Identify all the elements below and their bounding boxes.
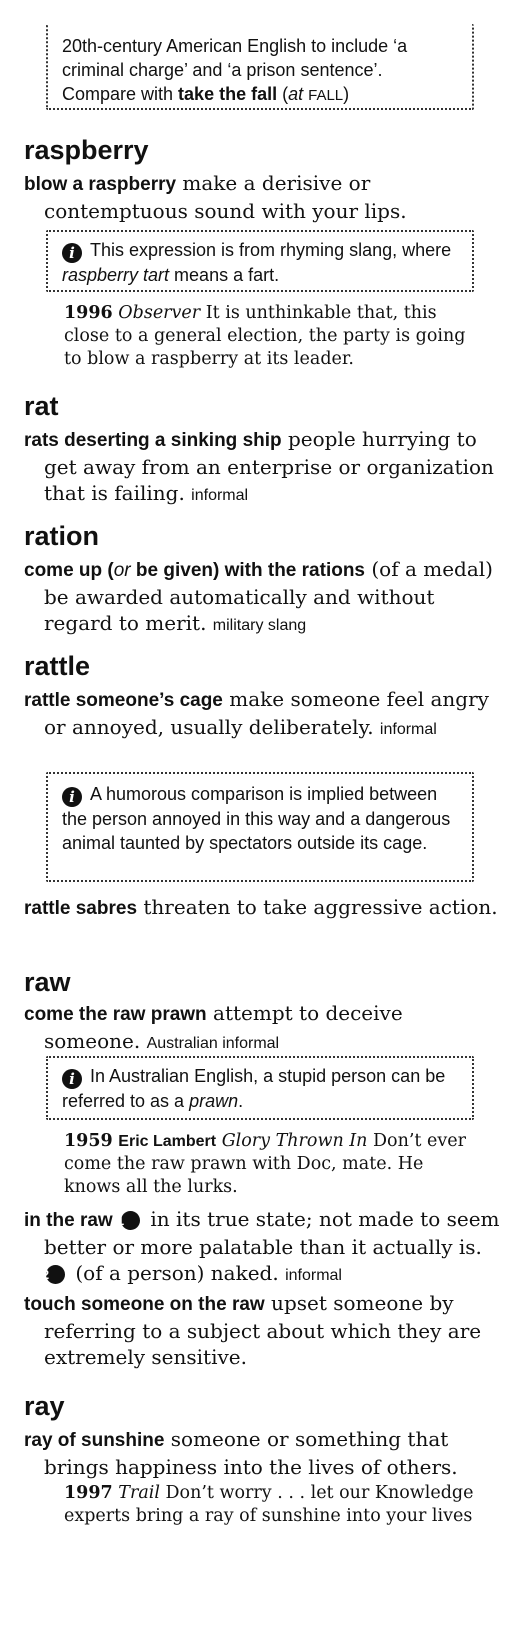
intro-note-line-1: 20th-century American English to include… (62, 36, 408, 56)
sense-number-2: 2 (42, 1265, 65, 1284)
entry-rattle-someones-cage: rattle someone’s cage make someone feel … (24, 686, 504, 743)
sense-definition-2: (of a person) naked. (69, 1261, 279, 1285)
dictionary-page: 20th-century American English to include… (0, 0, 520, 1630)
intro-note-line-3: Compare with take the fall (at FALL) (62, 82, 462, 108)
entry-rattle-sabres: rattle sabres threaten to take aggressiv… (24, 894, 504, 922)
entry-touch-on-the-raw: touch someone on the raw upset someone b… (24, 1290, 504, 1370)
intro-note-line-2: criminal charge’ and ‘a prison sentence’… (62, 60, 383, 80)
intro-note-paren: ) (343, 84, 350, 104)
usage-label: informal (285, 1267, 342, 1284)
citation-raspberry: 1996 Observer It is unthinkable that, th… (64, 302, 484, 371)
idiom-phrase: come the raw prawn (24, 1004, 207, 1025)
entry-ray-of-sunshine: ray of sunshine someone or something tha… (24, 1426, 504, 1480)
usage-label: informal (191, 487, 249, 504)
citation-year: 1996 (64, 303, 113, 323)
note-text: A humorous comparison is implied between… (62, 784, 451, 853)
phrase-part: be given) with the rations (130, 560, 365, 581)
idiom-phrase: ray of sunshine (24, 1430, 165, 1451)
etymology-note-rattle: iA humorous comparison is implied betwee… (46, 772, 474, 882)
headword-raspberry: raspberry (24, 135, 149, 165)
entry-blow-a-raspberry: blow a raspberry make a derisive or cont… (24, 170, 504, 224)
idiom-phrase: touch someone on the raw (24, 1294, 265, 1315)
cross-reference-at: at (288, 84, 304, 104)
entry-come-up-with-rations: come up (or be given) with the rations (… (24, 556, 504, 639)
citation-source: Trail (118, 1483, 160, 1503)
info-icon: i (62, 243, 82, 263)
citation-year: 1997 (64, 1483, 113, 1503)
intro-note: 20th-century American English to include… (46, 24, 474, 110)
note-text: In Australian English, a stupid person c… (62, 1066, 446, 1111)
sense-definition-1: in its true state; not made to seem bett… (44, 1207, 500, 1259)
note-text: means a fart. (169, 265, 280, 285)
headword-ration: ration (24, 521, 100, 551)
phrase-part: come up ( (24, 560, 114, 581)
headword-raw: raw (24, 967, 71, 997)
sense-number-1: 1 (117, 1211, 141, 1230)
headword-rat: rat (24, 391, 59, 421)
idiom-phrase: in the raw (24, 1210, 113, 1231)
intro-note-paren: ( (277, 84, 289, 104)
idiom-phrase: rattle someone’s cage (24, 690, 223, 711)
citation-ray: 1997 Trail Don’t worry . . . let our Kno… (64, 1482, 484, 1528)
etymology-note-raspberry: i This expression is from rhyming slang, … (46, 230, 474, 292)
note-italic: raspberry tart (62, 265, 170, 285)
citation-author: Eric Lambert (118, 1133, 217, 1150)
headword-rattle: rattle (24, 651, 91, 681)
cross-reference-target: FALL (308, 87, 344, 104)
entry-come-the-raw-prawn: come the raw prawn attempt to deceive so… (24, 1000, 504, 1057)
cross-reference-phrase: take the fall (178, 84, 278, 104)
phrase-or: or (113, 560, 131, 581)
citation-year: 1959 (64, 1131, 113, 1151)
intro-note-text: Compare with (62, 84, 179, 104)
citation-source: Glory Thrown In (221, 1131, 368, 1151)
etymology-note-raw: i In Australian English, a stupid person … (46, 1056, 474, 1120)
entry-rats-deserting: rats deserting a sinking ship people hur… (24, 426, 504, 509)
headword-ray: ray (24, 1391, 65, 1421)
note-text: This expression is from rhyming slang, w… (90, 240, 452, 260)
idiom-phrase: rattle sabres (24, 898, 138, 919)
info-icon: i (62, 1069, 82, 1089)
note-text: . (238, 1091, 244, 1111)
citation-raw: 1959 Eric Lambert Glory Thrown In Don’t … (64, 1130, 484, 1199)
entry-in-the-raw: in the raw 1 in its true state; not made… (24, 1206, 504, 1289)
note-italic: prawn (189, 1091, 239, 1111)
usage-label: military slang (212, 617, 307, 634)
info-icon: i (62, 787, 82, 807)
idiom-phrase: rats deserting a sinking ship (24, 430, 282, 451)
idiom-phrase: blow a raspberry (24, 174, 177, 195)
idiom-phrase: come up (or be given) with the rations (24, 560, 365, 581)
usage-label: informal (379, 721, 437, 738)
idiom-definition: threaten to take aggressive action. (137, 895, 498, 919)
usage-label: Australian informal (146, 1035, 280, 1052)
citation-source: Observer (118, 303, 201, 323)
